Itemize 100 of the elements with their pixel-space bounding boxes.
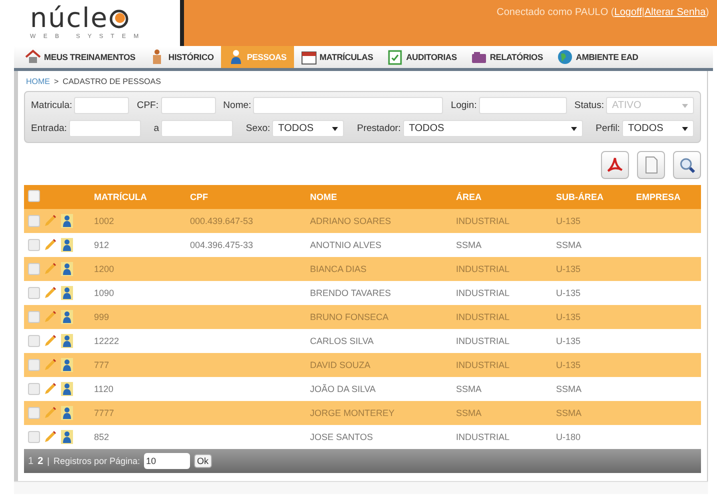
table-cell: DAVID SOUZA [310, 360, 370, 370]
row-checkbox[interactable] [28, 311, 40, 323]
field-label: Status: [574, 100, 604, 111]
table-cell: JORGE MONTEREY [310, 408, 395, 418]
row-checkbox[interactable] [28, 287, 40, 299]
caret-icon [570, 126, 577, 130]
table-cell: U-135 [556, 312, 581, 322]
table-cell: INDUSTRIAL [456, 312, 510, 322]
person-icon[interactable] [60, 213, 74, 229]
row-checkbox[interactable] [28, 359, 40, 371]
pencil-icon[interactable] [43, 358, 57, 372]
table-cell: 1200 [94, 264, 114, 274]
dropdown-field[interactable]: TODOS [272, 120, 344, 137]
person-icon[interactable] [60, 237, 74, 253]
input-field[interactable] [161, 120, 234, 137]
person-icon[interactable] [60, 333, 74, 349]
dropdown-field[interactable]: TODOS [402, 120, 583, 137]
table-cell: 004.396.475-33 [190, 240, 254, 250]
row-checkbox[interactable] [28, 383, 40, 395]
person-icon[interactable] [60, 429, 74, 445]
nav-tab[interactable]: AUDITORIAS [380, 46, 464, 68]
pencil-icon[interactable] [43, 214, 57, 228]
separator-text: | [47, 456, 50, 466]
row-checkbox[interactable] [28, 239, 40, 251]
table-cell: 912 [94, 240, 110, 250]
ok-button[interactable]: Ok [194, 454, 212, 468]
nav-tab[interactable]: RELATÓRIOS [464, 46, 550, 68]
input-field[interactable] [160, 97, 216, 114]
per-page-field[interactable]: 10 [144, 453, 190, 469]
table-cell: 000.439.647-53 [190, 216, 254, 226]
nav-tab[interactable]: AMBIENTE EAD [550, 46, 646, 68]
table-cell: BIANCA DIAS [310, 264, 367, 274]
person-icon[interactable] [60, 285, 74, 301]
table-cell: BRENDO TAVARES [310, 288, 391, 298]
row-checkbox[interactable] [28, 215, 40, 227]
document-check-icon [387, 49, 404, 65]
globe-icon [556, 49, 573, 65]
pencil-icon[interactable] [43, 310, 57, 324]
document-button[interactable] [637, 151, 665, 179]
field-label: a [154, 123, 160, 134]
nav-tab[interactable]: MATRÍCULAS [294, 46, 380, 68]
row-checkbox[interactable] [28, 407, 40, 419]
pencil-icon[interactable] [43, 382, 57, 396]
table-cell: U-135 [556, 216, 581, 226]
breadcrumb-link[interactable]: HOME [26, 77, 50, 86]
table-cell: SSMA [556, 240, 582, 250]
table-cell: SSMA [556, 408, 582, 418]
field-label: Nome: [223, 100, 252, 111]
row-checkbox[interactable] [28, 431, 40, 443]
house-icon [25, 49, 41, 65]
breadcrumb-text: CADASTRO DE PESSOAS [62, 77, 161, 86]
table-cell: SSMA [456, 240, 482, 250]
column-header: SUB-ÁREA [555, 185, 635, 209]
field-label: CPF: [136, 100, 158, 111]
logo-circle-icon [109, 9, 130, 29]
folder-icon [470, 49, 487, 65]
nav-tab[interactable]: HISTÓRICO [142, 46, 221, 68]
table-cell: JOSE SANTOS [310, 432, 373, 442]
person-icon[interactable] [60, 381, 74, 397]
table-cell: SSMA [456, 384, 482, 394]
pencil-icon[interactable] [43, 238, 57, 252]
table-cell: U-135 [556, 360, 581, 370]
pencil-icon[interactable] [43, 262, 57, 276]
search-button[interactable] [673, 151, 701, 179]
table-cell: 12222 [94, 336, 120, 346]
table-cell: 7777 [94, 408, 114, 418]
input-field[interactable] [253, 97, 444, 114]
table-cell: SSMA [556, 384, 582, 394]
dropdown-field[interactable]: TODOS [622, 120, 694, 137]
row-checkbox[interactable] [28, 263, 40, 275]
select-all-checkbox[interactable] [28, 190, 40, 202]
table-cell: U-135 [556, 264, 581, 274]
table-cell: INDUSTRIAL [456, 432, 510, 442]
column-header: EMPRESA [635, 185, 701, 209]
pencil-icon[interactable] [43, 286, 57, 300]
pencil-icon[interactable] [43, 430, 57, 444]
column-header: CPF [189, 185, 309, 209]
table-cell: INDUSTRIAL [456, 288, 510, 298]
pencil-icon[interactable] [43, 406, 57, 420]
person-icon[interactable] [60, 261, 74, 277]
input-field[interactable] [478, 97, 567, 114]
table-cell: INDUSTRIAL [456, 216, 510, 226]
closing-paren-text: ) [706, 7, 709, 18]
input-field[interactable] [68, 120, 141, 137]
field-label: Sexo: [246, 123, 270, 134]
pencil-icon[interactable] [43, 334, 57, 348]
field-label: Login: [450, 100, 477, 111]
pdf-button[interactable] [601, 151, 629, 179]
table-cell: BRUNO FONSECA [310, 312, 389, 322]
table-cell: ADRIANO SOARES [310, 216, 392, 226]
input-field[interactable] [74, 97, 130, 114]
column-header: NOME [309, 185, 455, 209]
row-checkbox[interactable] [28, 335, 40, 347]
person-icon[interactable] [60, 357, 74, 373]
table-cell: INDUSTRIAL [456, 360, 510, 370]
nav-tab[interactable]: MEUS TREINAMENTOS [18, 46, 142, 68]
person-icon[interactable] [60, 309, 74, 325]
table-cell: INDUSTRIAL [456, 264, 510, 274]
person-icon[interactable] [60, 405, 74, 421]
page-link[interactable]: 2 [38, 456, 44, 466]
